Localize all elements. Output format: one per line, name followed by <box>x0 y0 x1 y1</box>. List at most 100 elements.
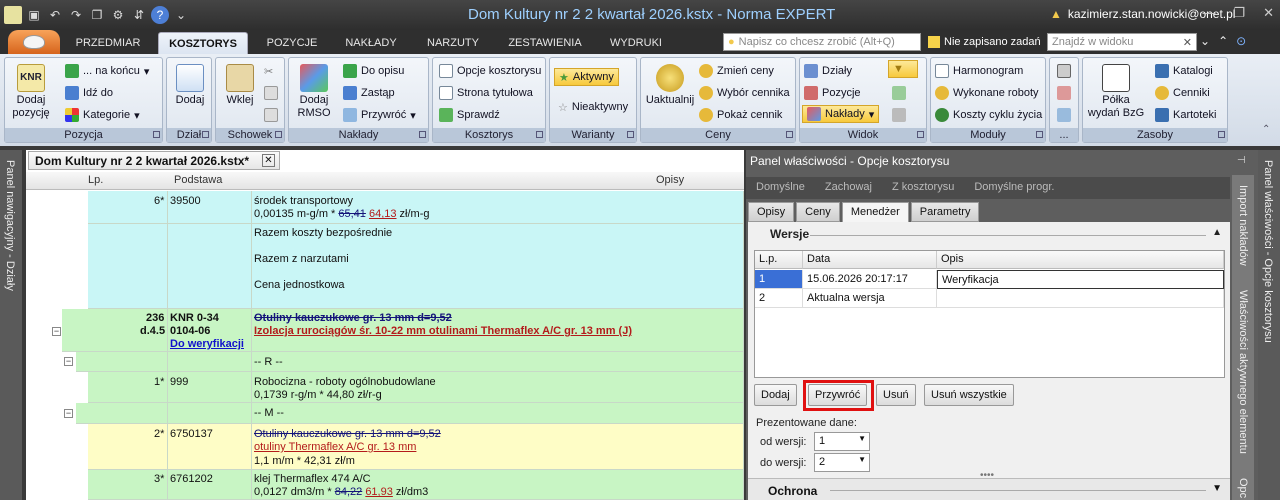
document-tab[interactable]: Dom Kultury nr 2 2 kwartał 2026.kstx* ✕ <box>28 151 280 170</box>
przywroc-naklady-button[interactable]: Przywróć ▾ <box>343 106 416 124</box>
collapse-icon[interactable]: − <box>64 409 73 418</box>
sprawdz-button[interactable]: Sprawdź <box>439 106 500 124</box>
kategorie-button[interactable]: Kategorie ▾ <box>65 106 140 124</box>
binoculars-icon[interactable]: ⊙ <box>1236 34 1246 48</box>
delete-all-versions-button[interactable]: Usuń wszystkie <box>924 384 1014 406</box>
idz-do-button[interactable]: Idź do <box>65 84 113 102</box>
tab-opisy[interactable]: Opisy <box>748 202 795 222</box>
katalogi-button[interactable]: Katalogi <box>1155 62 1213 80</box>
column-opis[interactable]: Opis <box>937 251 1224 269</box>
to-version-select[interactable]: 2 ▼ <box>814 453 870 472</box>
pin-icon[interactable]: ⊣ <box>1237 155 1246 166</box>
minimize-icon[interactable]: — <box>1202 5 1215 21</box>
kartoteki-button[interactable]: Kartoteki <box>1155 106 1216 124</box>
delete-version-button[interactable]: Usuń <box>876 384 916 406</box>
from-version-select[interactable]: 1 ▼ <box>814 432 870 451</box>
verify-link[interactable]: Do weryfikacji <box>170 338 244 351</box>
dialog-launcher-icon[interactable] <box>917 131 924 138</box>
koszty-cyklu-button[interactable]: Koszty cyklu życia <box>935 106 1042 124</box>
dialog-launcher-icon[interactable] <box>275 131 282 138</box>
tab-ceny[interactable]: Ceny <box>796 202 840 222</box>
dialog-launcher-icon[interactable] <box>1218 131 1225 138</box>
table-row[interactable]: 2* 6750137 Otuliny kauczukowe gr. 13 mm … <box>26 424 744 470</box>
pokaz-cennik-button[interactable]: Pokaż cennik <box>699 106 782 124</box>
uaktualnij-button[interactable]: Uaktualnij <box>643 64 697 107</box>
filter-button[interactable]: ▼ <box>888 60 918 78</box>
tab-narzuty[interactable]: NARZUTY <box>418 32 488 54</box>
app-menu-button[interactable] <box>8 30 60 54</box>
tab-przedmiar[interactable]: PRZEDMIAR <box>68 32 148 54</box>
find-in-view-input[interactable]: Znajdź w widoku ✕ <box>1047 33 1197 51</box>
help-icon[interactable]: ? <box>151 6 169 24</box>
strona-tytulowa-button[interactable]: Strona tytułowa <box>439 84 533 102</box>
table-row[interactable]: 6* 39500 środek transportowy 0,00135 m-g… <box>26 191 744 224</box>
tool-3-button[interactable] <box>1057 106 1071 124</box>
redo-icon[interactable]: ↷ <box>67 6 85 24</box>
tab-naklady[interactable]: NAKŁADY <box>338 32 404 54</box>
tools-icon[interactable]: ⚙ <box>109 6 127 24</box>
close-tab-icon[interactable]: ✕ <box>262 154 275 167</box>
dialog-launcher-icon[interactable] <box>153 131 160 138</box>
version-row-opis[interactable]: Weryfikacja <box>937 270 1224 289</box>
dialog-launcher-icon[interactable] <box>1036 131 1043 138</box>
active-element-properties-tab[interactable]: Właściwości aktywnego elementu <box>1237 290 1249 454</box>
table-row[interactable]: − -- R -- <box>26 352 744 372</box>
save-icon[interactable]: ▣ <box>25 6 43 24</box>
polka-wydan-button[interactable]: Półka wydań BzG <box>1085 64 1147 120</box>
table-row[interactable]: 1* 999 Robocizna - roboty ogólnobudowlan… <box>26 372 744 403</box>
table-row[interactable]: − -- M -- <box>26 403 744 424</box>
paste-button[interactable]: Wklej <box>220 64 260 107</box>
add-section-button[interactable]: Dodaj <box>171 64 209 107</box>
zmien-ceny-button[interactable]: Zmień ceny <box>699 62 774 80</box>
zastap-button[interactable]: Zastąp <box>343 84 395 102</box>
undo-icon[interactable]: ↶ <box>46 6 64 24</box>
tell-me-search[interactable]: ● Napisz co chcesz zrobić (Alt+Q) <box>723 33 921 51</box>
expand-section-icon[interactable]: ▼ <box>1212 483 1222 494</box>
dialog-launcher-icon[interactable] <box>202 131 209 138</box>
cut-button[interactable]: ✂ <box>264 62 273 80</box>
na-koncu-button[interactable]: ... na końcu ▾ <box>65 62 149 80</box>
ochrona-section[interactable]: Ochrona ▼ <box>748 478 1230 500</box>
format-button[interactable] <box>264 106 278 124</box>
collapse-ribbon-icon[interactable]: ⌃ <box>1262 124 1270 135</box>
tab-wydruki[interactable]: WYDRUKI <box>600 32 672 54</box>
copy-icon[interactable]: ❐ <box>88 6 106 24</box>
cenniki-button[interactable]: Cenniki <box>1155 84 1210 102</box>
zachowaj-action[interactable]: Zachowaj <box>815 177 882 199</box>
version-row-lp[interactable]: 1 <box>755 270 803 289</box>
collapse-icon[interactable]: − <box>52 327 61 336</box>
app-icon[interactable] <box>4 6 22 24</box>
table-row[interactable]: 3* 6761202 klej Thermaflex 474 A/C 0,012… <box>26 470 744 500</box>
table-row[interactable]: Razem koszty bezpośrednie Razem z narzut… <box>26 224 744 309</box>
tool-2-button[interactable] <box>1057 84 1071 102</box>
version-row-lp[interactable]: 2 <box>755 289 803 308</box>
tab-kosztorys[interactable]: KOSZTORYS <box>158 32 248 54</box>
add-position-button[interactable]: KNR Dodaj pozycję <box>9 64 53 120</box>
customize-qat-icon[interactable]: ⌄ <box>172 6 190 24</box>
column-lp[interactable]: Lp. <box>88 174 103 186</box>
wybor-cennika-button[interactable]: Wybór cennika <box>699 84 790 102</box>
copy-button[interactable] <box>264 84 278 102</box>
add-version-button[interactable]: Dodaj <box>754 384 797 406</box>
nieaktywny-button[interactable]: ☆ Nieaktywny <box>558 98 628 116</box>
wersje-section-header[interactable]: Wersje ▲ <box>752 227 1230 245</box>
import-naklady-tab[interactable]: Import nakładów <box>1237 185 1249 266</box>
close-icon[interactable]: ✕ <box>1263 5 1274 21</box>
dialog-launcher-icon[interactable] <box>419 131 426 138</box>
options-tab[interactable]: Opc <box>1237 478 1249 498</box>
close-find-icon[interactable]: ✕ <box>1183 36 1192 49</box>
collapse-icon[interactable]: − <box>64 357 73 366</box>
navigation-panel-rail[interactable]: Panel nawigacyjny - Działy <box>0 150 22 500</box>
harmonogram-button[interactable]: Harmonogram <box>935 62 1023 80</box>
dzialy-view-button[interactable]: Działy <box>804 62 852 80</box>
dialog-launcher-icon[interactable] <box>536 131 543 138</box>
tab-zestawienia[interactable]: ZESTAWIENIA <box>500 32 590 54</box>
column-data[interactable]: Data <box>803 251 937 269</box>
find-up-icon[interactable]: ⌃ <box>1218 34 1228 48</box>
unsaved-tasks[interactable]: Nie zapisano zadań <box>928 33 1041 51</box>
dialog-launcher-icon[interactable] <box>786 131 793 138</box>
column-opisy[interactable]: Opisy <box>656 174 684 186</box>
view-option-2-button[interactable] <box>892 84 906 102</box>
version-row-data[interactable]: Aktualna wersja <box>803 289 937 308</box>
view-option-3-button[interactable] <box>892 106 906 124</box>
